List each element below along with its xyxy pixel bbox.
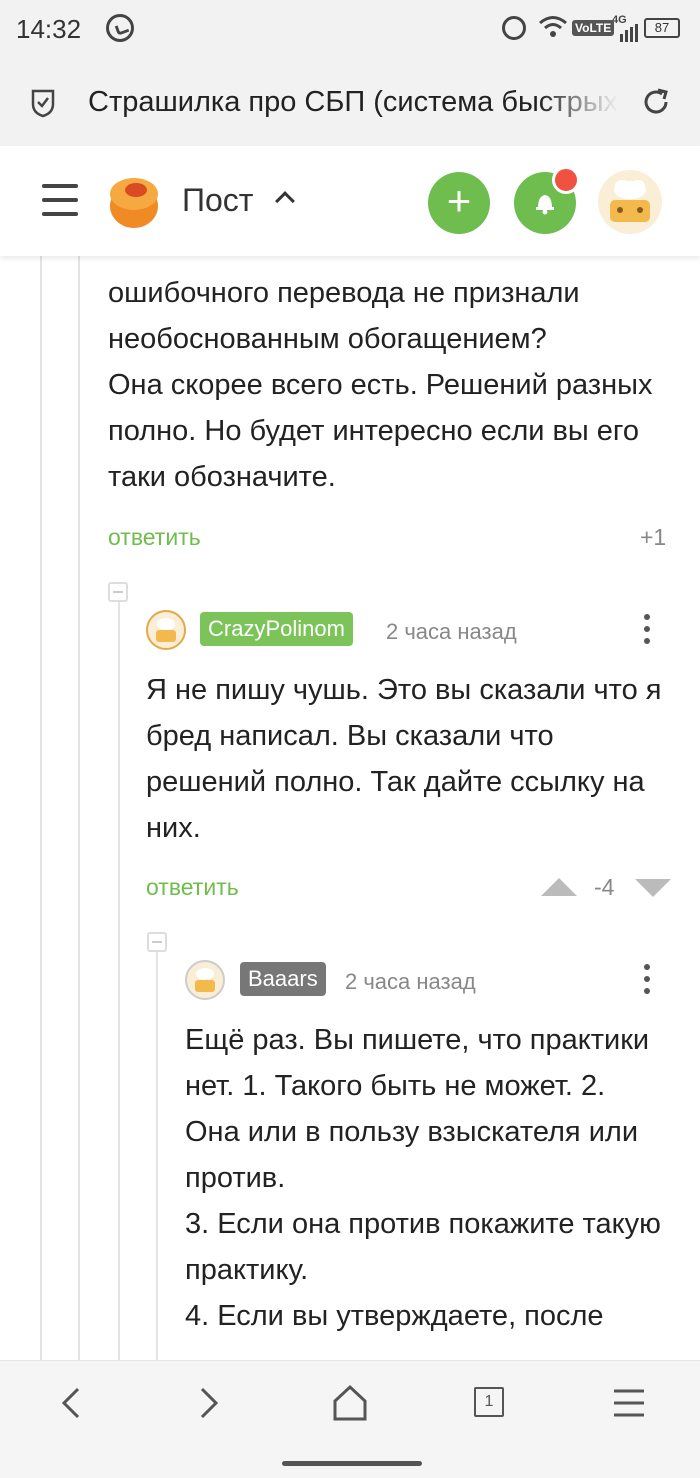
- more-options-icon[interactable]: [644, 964, 652, 998]
- shield-icon[interactable]: [30, 88, 56, 118]
- forward-icon[interactable]: [194, 1383, 224, 1423]
- comment-score: -4: [594, 874, 615, 900]
- comment-text: Ещё раз. Вы пишете, что практики нет. 1.…: [185, 1024, 661, 1332]
- whatsapp-icon: [106, 14, 134, 42]
- status-time: 14:32: [16, 14, 82, 44]
- collapse-thread-button[interactable]: [147, 932, 167, 952]
- app-header: Пост +: [0, 146, 700, 256]
- comment-time[interactable]: 2 часа назад: [386, 619, 517, 645]
- author-name[interactable]: Baaars: [240, 962, 326, 996]
- battery-level: 87: [644, 18, 680, 38]
- status-bar: 14:32 VoLTE 4G 87: [0, 0, 700, 62]
- reply-button[interactable]: ответить: [108, 524, 201, 551]
- reply-button[interactable]: ответить: [146, 874, 239, 901]
- pikabu-logo[interactable]: [106, 172, 162, 230]
- author-avatar[interactable]: [185, 960, 225, 1000]
- page-title[interactable]: Пост: [182, 182, 253, 219]
- volte-badge: VoLTE: [572, 20, 615, 36]
- thread-line: [156, 952, 158, 1360]
- thread-line: [118, 602, 120, 1360]
- home-indicator[interactable]: [282, 1461, 422, 1466]
- comment-score: +1: [640, 524, 667, 550]
- thread-line: [78, 256, 80, 1360]
- menu-lines-icon[interactable]: [612, 1383, 646, 1423]
- author-avatar[interactable]: [146, 610, 186, 650]
- alarm-icon: [502, 16, 526, 40]
- home-icon[interactable]: [332, 1383, 368, 1423]
- add-post-button[interactable]: +: [428, 172, 490, 234]
- signal-icon: [620, 24, 638, 42]
- comment-text: Я не пишу чушь. Это вы сказали что я бре…: [146, 674, 662, 844]
- thread-line: [40, 256, 42, 1360]
- user-avatar[interactable]: [598, 170, 662, 234]
- page-url-title[interactable]: Страшилка про СБП (система быстрых плате…: [88, 86, 618, 119]
- downvote-icon[interactable]: [635, 879, 671, 897]
- tabs-button[interactable]: 1: [474, 1387, 504, 1417]
- reload-icon[interactable]: [640, 86, 672, 118]
- menu-icon[interactable]: [42, 184, 78, 216]
- upvote-icon[interactable]: [541, 878, 577, 896]
- collapse-thread-button[interactable]: [108, 582, 128, 602]
- back-icon[interactable]: [56, 1383, 86, 1423]
- more-options-icon[interactable]: [644, 614, 652, 648]
- tab-count: 1: [484, 1393, 494, 1410]
- wifi-icon: [539, 16, 567, 37]
- chevron-up-icon[interactable]: [275, 191, 295, 211]
- author-name[interactable]: CrazyPolinom: [200, 612, 353, 646]
- notification-badge: [552, 166, 580, 194]
- comment-text: ошибочного перевода не признали необосно…: [108, 277, 653, 493]
- comment-time[interactable]: 2 часа назад: [345, 969, 476, 995]
